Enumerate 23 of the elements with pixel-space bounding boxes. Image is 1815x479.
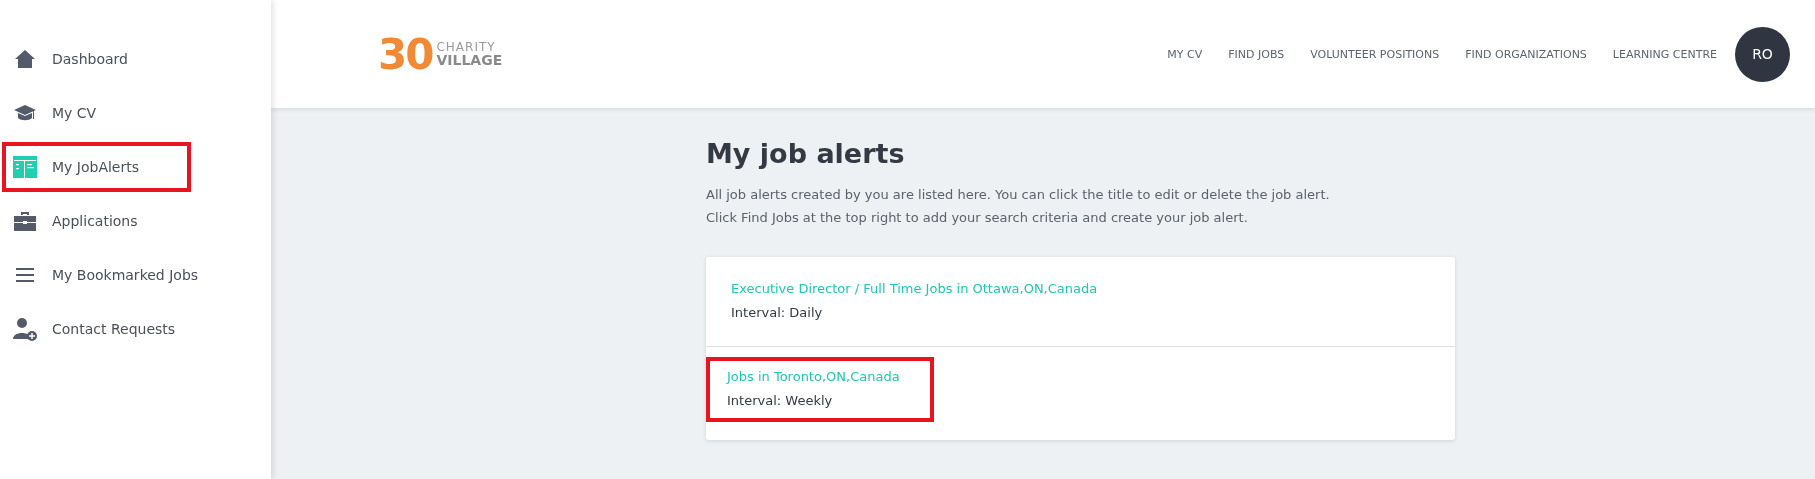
avatar[interactable]: RO <box>1735 26 1790 82</box>
user-add-icon <box>13 317 37 341</box>
graduation-cap-icon <box>13 103 37 123</box>
job-alerts-icon <box>13 156 37 178</box>
intro-text: All job alerts created by you are listed here. You can click the title to edit or delete the job alert. <box>706 187 1331 202</box>
briefcase-icon <box>13 210 37 232</box>
sidebar-item[interactable]: My CV <box>2 88 191 138</box>
sidebar-item[interactable]: My JobAlerts <box>2 142 191 192</box>
nav-link[interactable]: MY CV <box>1167 47 1203 61</box>
sidebar-item[interactable]: My Bookmarked Jobs <box>2 250 211 300</box>
sidebar-item[interactable]: Contact Requests <box>2 304 191 354</box>
menu-icon <box>15 268 35 282</box>
page-title: My job alerts <box>706 138 906 169</box>
nav-link[interactable]: VOLUNTEER POSITIONS <box>1310 47 1440 61</box>
alert-interval: Interval: Daily <box>731 305 824 320</box>
sidebar-item[interactable]: Dashboard <box>2 34 191 84</box>
nav-link[interactable]: LEARNING CENTRE <box>1612 47 1717 61</box>
alert-interval: Interval: Weekly <box>727 393 834 408</box>
sidebar-item[interactable]: Applications <box>2 196 191 246</box>
intro-text: Click Find Jobs at the top right to add your search criteria and create your job alert. <box>706 210 1249 225</box>
nav-link[interactable]: FIND JOBS <box>1228 47 1285 61</box>
home-icon <box>14 49 36 69</box>
nav-link[interactable]: FIND ORGANIZATIONS <box>1465 47 1587 61</box>
